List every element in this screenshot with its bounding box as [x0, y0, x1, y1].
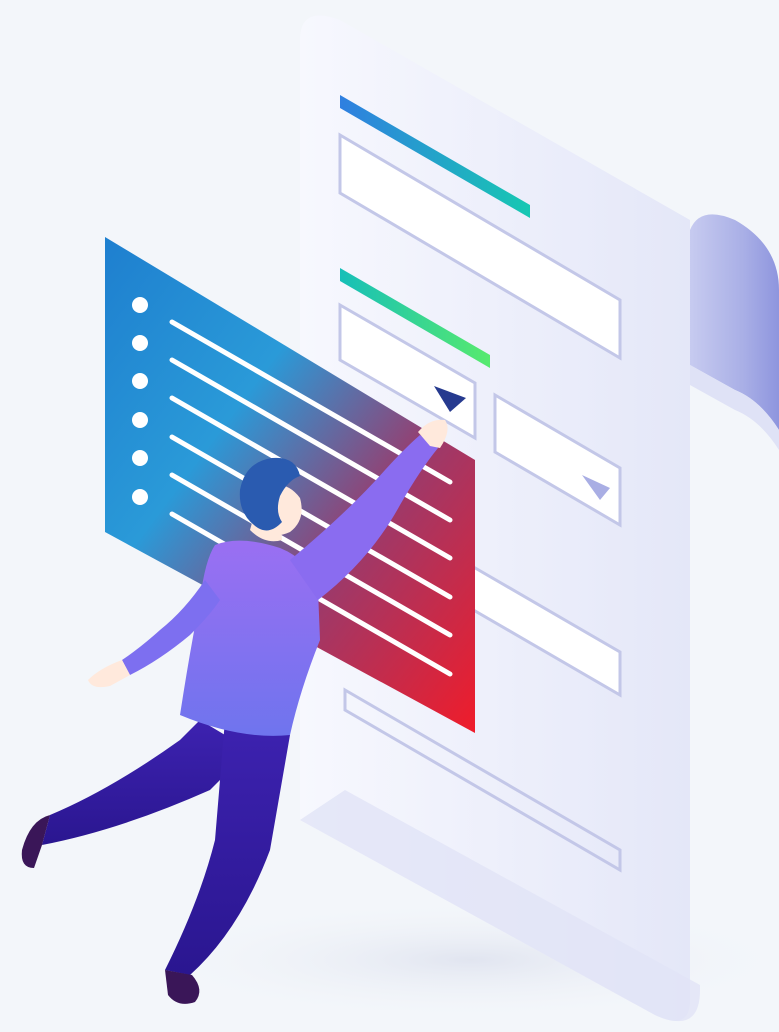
form-illustration	[21, 15, 779, 1022]
list-bullet-icon	[132, 297, 148, 313]
list-bullet-icon	[132, 489, 148, 505]
person-lowered-hand	[88, 660, 130, 688]
list-bullet-icon	[132, 450, 148, 466]
list-bullet-icon	[132, 412, 148, 428]
list-bullet-icon	[132, 335, 148, 351]
list-bullet-icon	[132, 373, 148, 389]
